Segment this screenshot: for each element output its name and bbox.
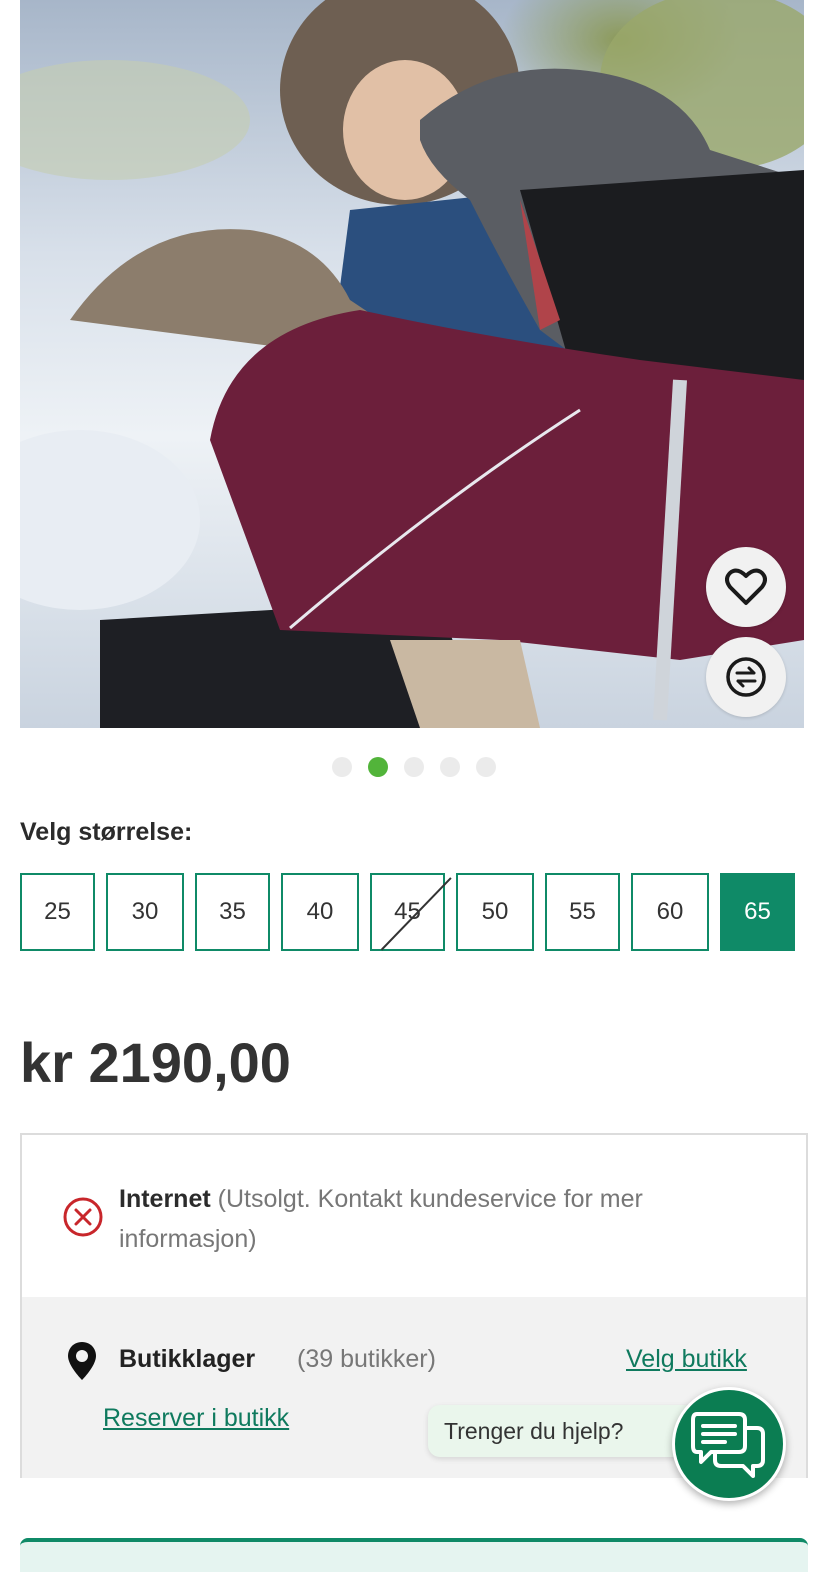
location-pin-icon	[68, 1342, 96, 1380]
size-option-60[interactable]: 60	[631, 873, 709, 951]
online-availability: Internet (Utsolgt. Kontakt kundeservice …	[22, 1135, 806, 1299]
store-count: (39 butikker)	[297, 1345, 436, 1373]
heart-icon	[725, 568, 767, 605]
size-option-35[interactable]: 35	[195, 873, 270, 951]
carousel-dot[interactable]	[440, 757, 460, 777]
carousel-dot[interactable]	[332, 757, 352, 777]
add-to-cart-bar[interactable]	[20, 1538, 808, 1572]
online-status-text: Internet (Utsolgt. Kontakt kundeservice …	[119, 1179, 759, 1259]
chat-button[interactable]	[672, 1387, 786, 1501]
reserve-in-store-link[interactable]: Reserver i butikk	[103, 1404, 289, 1433]
compare-arrows-icon	[726, 657, 766, 697]
carousel-dot[interactable]	[476, 757, 496, 777]
size-option-55[interactable]: 55	[545, 873, 620, 951]
compare-button[interactable]	[706, 637, 786, 717]
carousel-dot[interactable]	[404, 757, 424, 777]
size-option-40[interactable]: 40	[281, 873, 359, 951]
size-selector-label: Velg størrelse:	[20, 818, 193, 846]
size-selector: 25 30 35 40 45 50 55 60 65	[20, 873, 795, 951]
online-title: Internet	[119, 1185, 211, 1213]
size-option-45-unavailable[interactable]: 45	[370, 873, 445, 951]
carousel-dot-active[interactable]	[368, 757, 388, 777]
favorite-button[interactable]	[706, 547, 786, 627]
product-image[interactable]	[20, 0, 804, 728]
size-option-30[interactable]: 30	[106, 873, 184, 951]
size-option-50[interactable]: 50	[456, 873, 534, 951]
product-photo-illustration	[20, 0, 804, 728]
size-option-25[interactable]: 25	[20, 873, 95, 951]
x-circle-icon	[63, 1197, 103, 1237]
help-bubble[interactable]: Trenger du hjelp?	[428, 1405, 698, 1457]
choose-store-link[interactable]: Velg butikk	[626, 1345, 747, 1374]
size-option-65-selected[interactable]: 65	[720, 873, 795, 951]
chat-icon	[691, 1412, 765, 1478]
product-price: kr 2190,00	[20, 1031, 291, 1094]
image-carousel-dots	[0, 757, 828, 777]
store-stock-title: Butikklager	[119, 1345, 256, 1373]
